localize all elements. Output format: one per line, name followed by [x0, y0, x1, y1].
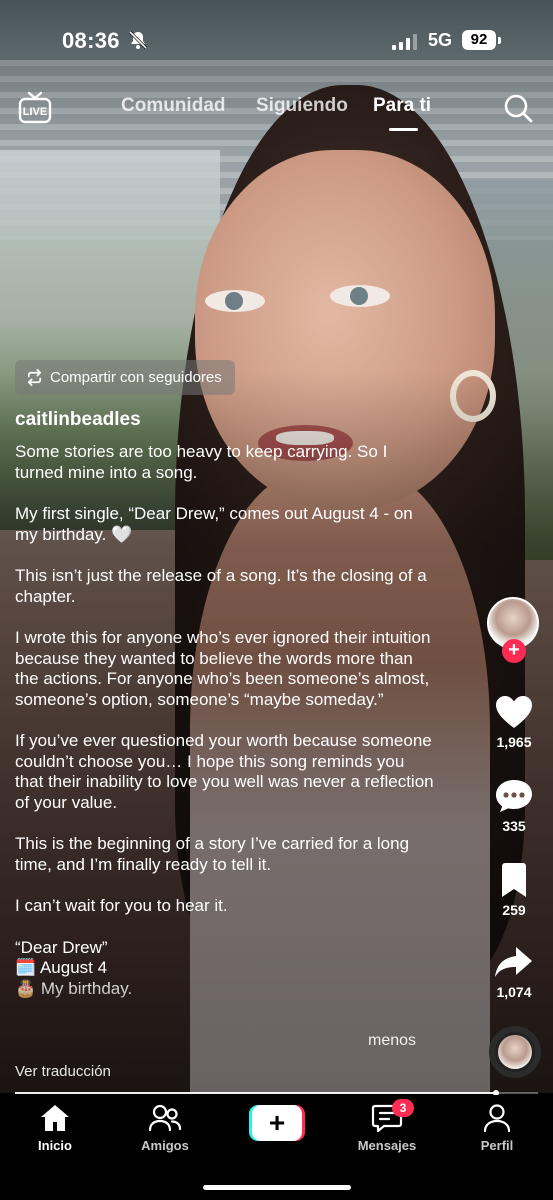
video-progress-bar[interactable] — [15, 1090, 538, 1096]
save-count: 259 — [502, 902, 526, 918]
network-type: 5G — [428, 30, 453, 50]
nav-home[interactable]: Inicio — [5, 1103, 105, 1153]
video-progress-fill — [15, 1092, 497, 1094]
caption-paragraph: I can’t wait for you to hear it. — [15, 896, 228, 915]
share-arrow-icon — [495, 947, 532, 977]
nav-friends-label: Amigos — [141, 1138, 189, 1153]
save-button[interactable]: 259 — [484, 862, 544, 918]
comment-count: 335 — [502, 818, 526, 834]
inbox-unread-badge: 3 — [392, 1099, 414, 1117]
tab-para-ti[interactable]: Para ti — [373, 95, 431, 117]
caption-line: “Dear Drew” — [15, 937, 108, 957]
share-with-followers-button[interactable]: Compartir con seguidores — [15, 360, 235, 395]
share-count: 1,074 — [496, 984, 532, 1000]
create-post-button[interactable]: + — [249, 1105, 305, 1141]
caption-line: 🗓️ August 4 — [15, 958, 108, 977]
heart-icon — [496, 696, 532, 728]
see-translation-link[interactable]: Ver traducción — [15, 1063, 111, 1080]
repost-icon — [27, 369, 42, 386]
plus-icon: + — [252, 1105, 302, 1141]
caption-paragraph: This isn’t just the release of a song. I… — [15, 566, 427, 606]
home-indicator — [203, 1185, 351, 1190]
plus-icon: + — [508, 639, 520, 661]
caption-paragraph: I wrote this for anyone who’s ever ignor… — [15, 628, 431, 709]
nav-profile-label: Perfil — [480, 1138, 514, 1153]
comment-bubble-icon — [496, 780, 532, 812]
battery-tip — [498, 37, 501, 44]
share-chip-label: Compartir con seguidores — [50, 369, 222, 386]
bookmark-icon — [502, 863, 526, 897]
nav-home-label: Inicio — [38, 1138, 72, 1153]
status-bar: 08:36 5G 92 — [0, 0, 553, 80]
caption-paragraph: Some stories are too heavy to keep carry… — [15, 442, 388, 482]
top-feed-nav: LIVE Comunidad Siguiendo Para ti — [0, 80, 553, 140]
post-caption[interactable]: Some stories are too heavy to keep carry… — [15, 442, 435, 1020]
caption-paragraph: This is the beginning of a story I’ve ca… — [15, 834, 410, 874]
follow-button[interactable]: + — [502, 639, 526, 663]
share-button[interactable]: 1,074 — [484, 944, 544, 1000]
search-icon[interactable] — [503, 93, 533, 123]
cellular-signal-icon — [392, 34, 417, 50]
original-sound-disc[interactable] — [489, 1026, 541, 1078]
status-time: 08:36 — [62, 28, 120, 53]
show-less-link[interactable]: menos — [368, 1032, 416, 1050]
nav-inbox-label: Mensajes — [357, 1138, 417, 1153]
home-icon — [41, 1105, 69, 1131]
live-icon[interactable]: LIVE — [18, 90, 52, 124]
live-label: LIVE — [23, 106, 47, 118]
nav-friends[interactable]: Amigos — [115, 1103, 215, 1153]
friends-icon — [148, 1104, 182, 1132]
nav-inbox[interactable]: Mensajes 3 — [337, 1099, 437, 1153]
nav-profile[interactable]: Perfil — [447, 1103, 547, 1153]
like-button[interactable]: 1,965 — [484, 694, 544, 750]
bell-muted-icon — [128, 30, 148, 50]
like-count: 1,965 — [496, 734, 532, 750]
caption-line: 🎂 My birthday. — [15, 978, 133, 998]
battery-level: 92 — [462, 30, 496, 50]
caption-paragraph: My first single, “Dear Drew,” comes out … — [15, 504, 413, 544]
caption-paragraph: If you’ve ever questioned your worth bec… — [15, 731, 434, 812]
active-tab-indicator — [389, 128, 418, 131]
tab-siguiendo[interactable]: Siguiendo — [256, 95, 348, 117]
comment-button[interactable]: 335 — [484, 778, 544, 834]
profile-icon — [483, 1104, 511, 1133]
tab-comunidad[interactable]: Comunidad — [121, 95, 226, 117]
post-username[interactable]: caitlinbeadles — [15, 409, 141, 431]
